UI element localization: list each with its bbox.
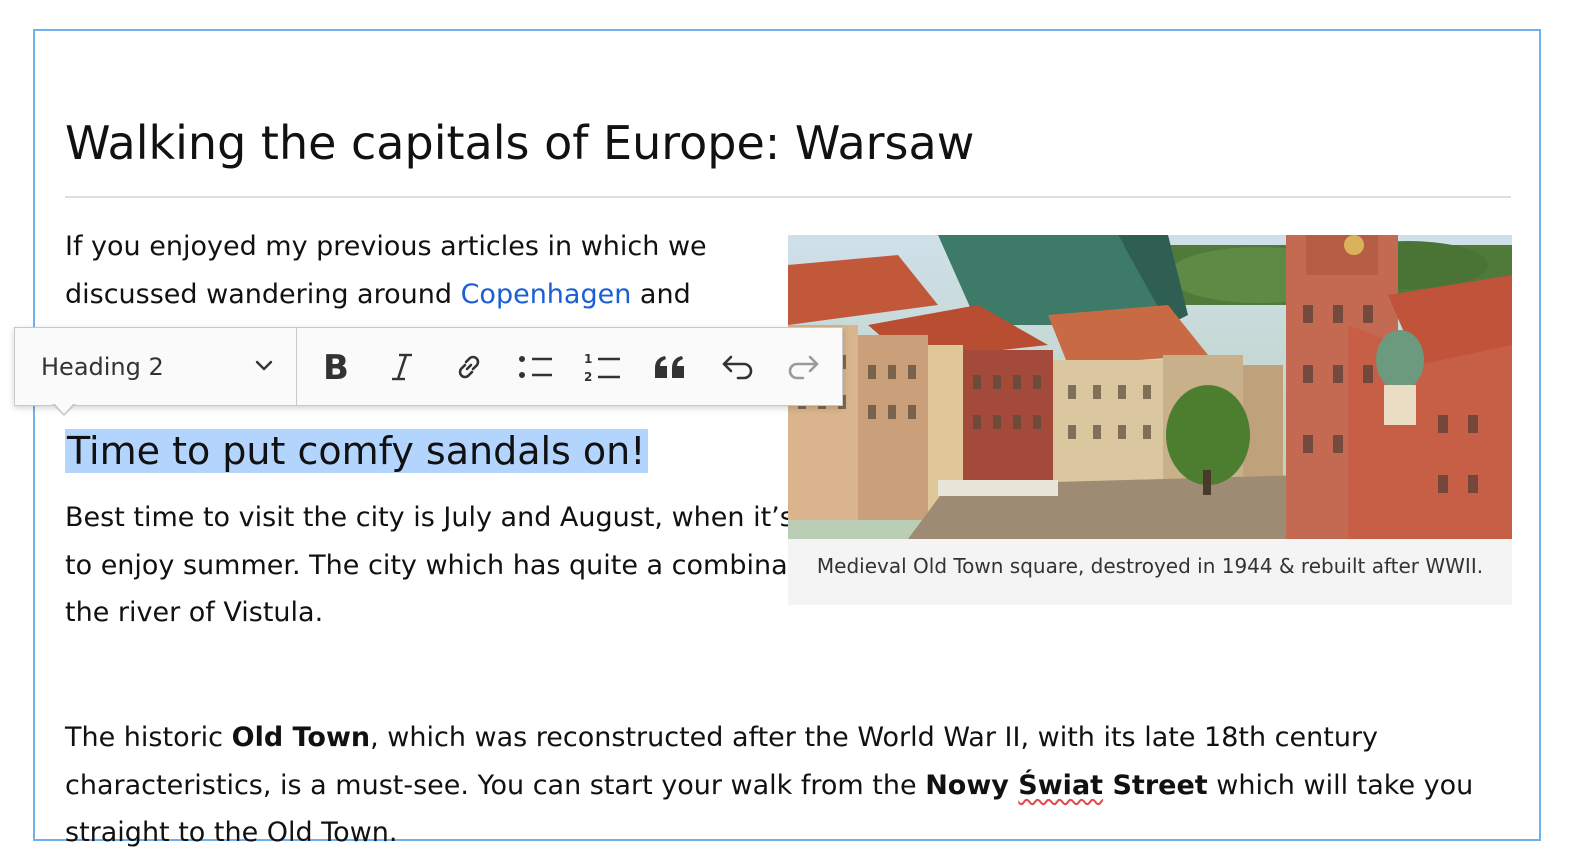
link-icon [453,351,485,383]
bold-icon: B [320,351,350,383]
heading-dropdown-label: Heading 2 [41,352,164,381]
paragraph-old-town[interactable]: The historic Old Town, which was reconst… [65,714,1511,857]
toolbar-pointer-fill [54,403,74,414]
paragraph-intro[interactable]: If you enjoyed my previous articles in w… [65,223,725,318]
image-caption[interactable]: Medieval Old Town square, destroyed in 1… [788,551,1512,581]
chevron-down-icon [254,353,274,381]
document-title[interactable]: Walking the capitals of Europe: Warsaw [65,113,974,173]
old-town-bold: Old Town [231,722,371,753]
street-name-bold: Nowy Świat Street [925,770,1207,801]
bulleted-list-button[interactable] [502,328,569,405]
editor-content-area[interactable]: Walking the capitals of Europe: Warsaw I… [33,29,1541,848]
redo-button[interactable] [770,328,837,405]
paragraph-old-town-text: The historic [65,722,232,753]
heading-dropdown[interactable]: Heading 2 [15,328,297,405]
italic-icon [388,351,416,383]
svg-text:1: 1 [584,352,592,366]
street-name-part-1: Nowy [925,769,1019,801]
copenhagen-link[interactable]: Copenhagen [461,279,632,310]
image-figure[interactable]: Medieval Old Town square, destroyed in 1… [788,235,1512,605]
block-quote-button[interactable] [636,328,703,405]
bold-button[interactable]: B [301,328,368,405]
balloon-toolbar: Heading 2 B 12 [14,327,843,406]
svg-text:2: 2 [584,370,592,384]
title-divider [65,196,1511,198]
bulleted-list-icon [518,351,554,383]
svg-text:B: B [323,351,349,383]
link-button[interactable] [435,328,502,405]
numbered-list-button[interactable]: 12 [569,328,636,405]
undo-button[interactable] [703,328,770,405]
italic-button[interactable] [368,328,435,405]
redo-icon [787,352,821,382]
selected-heading[interactable]: Time to put comfy sandals on! [65,426,648,476]
old-town-photo[interactable] [788,235,1512,539]
numbered-list-icon: 12 [584,350,622,384]
heading-selection: Time to put comfy sandals on! [65,429,648,473]
spellcheck-word[interactable]: Świat [1018,770,1103,801]
undo-icon [720,352,754,382]
street-name-part-2: Street [1103,769,1208,801]
paragraph-intro-tail: and [631,278,691,310]
quote-icon [653,352,687,382]
